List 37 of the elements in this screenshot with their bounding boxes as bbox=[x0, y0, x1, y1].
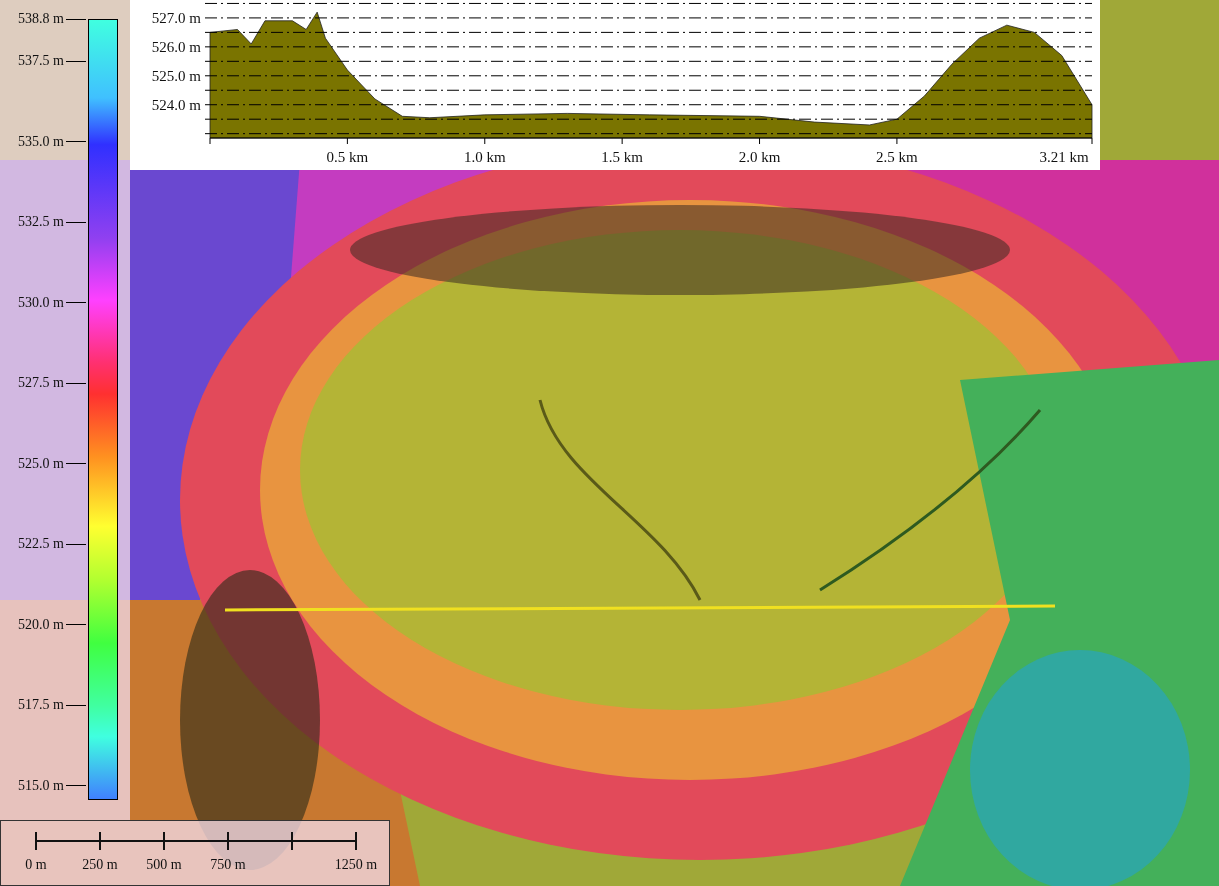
legend-label: 538.8 m bbox=[18, 11, 64, 27]
axis-label: 2.0 km bbox=[738, 149, 781, 165]
scale-label: 0 m bbox=[25, 857, 47, 873]
scale-label: 1250 m bbox=[334, 857, 378, 873]
tick-mark bbox=[66, 221, 86, 223]
tick-mark bbox=[66, 704, 86, 706]
axis-label: 3.21 km bbox=[1039, 149, 1089, 165]
legend-label: 535.0 m bbox=[18, 133, 64, 150]
tick-mark bbox=[66, 382, 86, 384]
tick-mark bbox=[66, 60, 86, 62]
axis-label: 524.0 m bbox=[151, 96, 201, 113]
scale-label: 500 m bbox=[146, 857, 182, 873]
legend-label: 530.0 m bbox=[18, 294, 64, 311]
legend-label: 515.0 m bbox=[18, 777, 64, 794]
tick-mark bbox=[66, 543, 86, 545]
legend-label: 537.5 m bbox=[18, 53, 64, 69]
legend-label: 532.5 m bbox=[18, 214, 64, 231]
axis-label: 1.0 km bbox=[463, 149, 506, 165]
legend-label: 522.5 m bbox=[18, 536, 64, 553]
tick-mark bbox=[66, 141, 86, 143]
legend-label: 527.5 m bbox=[18, 375, 64, 392]
axis-label: 1.5 km bbox=[601, 149, 643, 165]
legend-label: 517.5 m bbox=[18, 697, 64, 714]
scale-label: 750 m bbox=[210, 857, 246, 873]
axis-label: 0.5 km bbox=[326, 149, 369, 165]
tick-mark bbox=[66, 785, 86, 787]
axis-label: 527.0 m bbox=[151, 9, 201, 26]
tick-mark bbox=[66, 624, 86, 626]
tick-mark bbox=[66, 463, 86, 465]
axis-label: 525.0 m bbox=[151, 67, 201, 84]
legend-label: 525.0 m bbox=[18, 455, 64, 472]
legend-label: 520.0 m bbox=[18, 616, 64, 633]
scale-label: 250 m bbox=[82, 857, 118, 873]
axis-label: 526.0 m bbox=[151, 38, 201, 55]
tick-mark bbox=[66, 18, 86, 20]
axis-label: 2.5 km bbox=[876, 149, 918, 165]
tick-mark bbox=[66, 302, 86, 304]
